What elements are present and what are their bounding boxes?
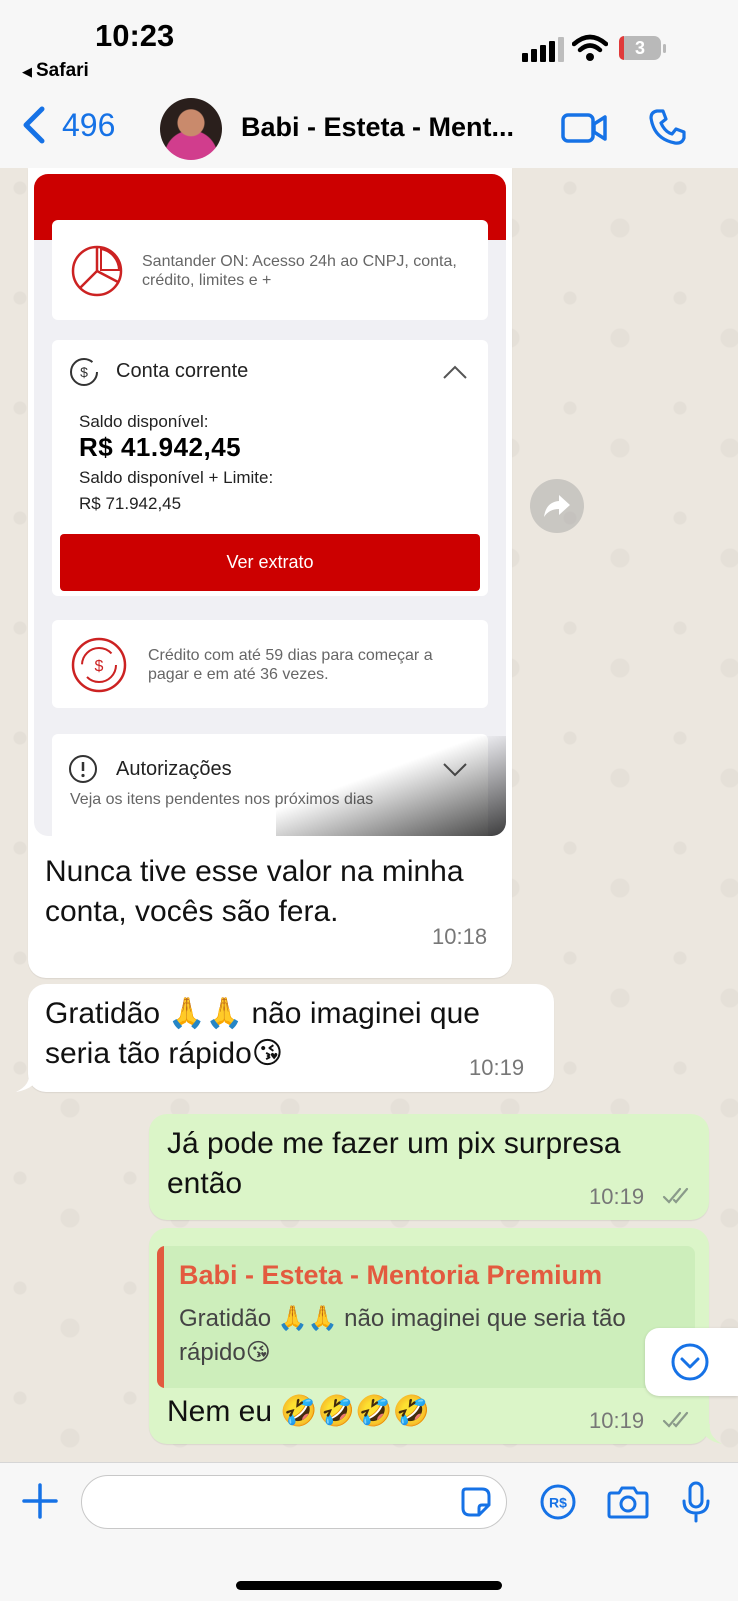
message-text: Gratidão 🙏🙏 não imaginei que seria tão r…	[45, 997, 480, 1070]
message-time: 10:18	[432, 924, 488, 949]
scroll-to-bottom-button[interactable]	[645, 1328, 738, 1396]
credit-info-text: Crédito com até 59 dias para começar a p…	[148, 647, 433, 683]
cellular-signal-icon	[522, 36, 564, 62]
bank-screenshot-image[interactable]: Santander ON: Acesso 24h ao CNPJ, conta,…	[34, 174, 506, 836]
forward-button[interactable]	[530, 479, 584, 533]
chevron-up-icon[interactable]	[442, 364, 468, 380]
avatar[interactable]	[160, 98, 222, 160]
battery-level: 3	[634, 38, 645, 58]
battery-icon: 3	[619, 36, 667, 62]
wifi-icon	[572, 34, 608, 61]
read-receipt-icon	[662, 1187, 689, 1204]
quoted-sender-name: Babi - Esteta - Mentoria Premium	[179, 1260, 603, 1290]
chat-header: 496 Babi - Esteta - Ment...	[0, 90, 738, 169]
chevron-left-icon	[23, 106, 45, 144]
balance-label: Saldo disponível:	[79, 412, 209, 431]
view-statement-button: Ver extrato	[60, 534, 480, 591]
back-to-app-link[interactable]: ◀ Safari	[22, 60, 89, 82]
read-receipt-icon	[662, 1411, 689, 1428]
authorizations-title: Autorizações	[116, 758, 232, 780]
credit-cycle-icon: $	[71, 637, 127, 693]
svg-text:R$: R$	[549, 1495, 567, 1511]
plus-icon[interactable]	[22, 1483, 58, 1519]
home-indicator[interactable]	[236, 1581, 502, 1590]
message-time: 10:19	[469, 1055, 525, 1080]
bubble-tail	[16, 1072, 40, 1092]
credit-info-card: $ Crédito com até 59 dias para começar a…	[52, 620, 488, 708]
microphone-icon[interactable]	[681, 1481, 711, 1523]
message-input[interactable]	[81, 1475, 507, 1529]
chevron-down-circle-icon	[671, 1343, 709, 1381]
alert-icon	[69, 755, 97, 783]
svg-text:$: $	[80, 364, 88, 380]
back-app-label: Safari	[36, 60, 89, 81]
message-text: Nunca tive esse valor na minha conta, vo…	[45, 855, 464, 928]
status-bar: 10:23 ◀ Safari 3	[0, 0, 738, 90]
account-title: Conta corrente	[116, 360, 249, 382]
incoming-message-bubble[interactable]: Gratidão 🙏🙏 não imaginei que seria tão r…	[28, 984, 554, 1092]
limit-label: Saldo disponível + Limite:	[79, 468, 274, 487]
pie-chart-icon	[71, 245, 123, 297]
contact-name[interactable]: Babi - Esteta - Ment...	[241, 112, 514, 143]
outgoing-message-bubble[interactable]: Já pode me fazer um pix surpresa então 1…	[149, 1114, 709, 1220]
status-time: 10:23	[95, 18, 175, 53]
message-time: 10:19	[589, 1184, 645, 1209]
outgoing-reply-bubble[interactable]: Babi - Esteta - Mentoria Premium Gratidã…	[149, 1228, 709, 1444]
svg-text:$: $	[95, 658, 104, 675]
quoted-message[interactable]: Babi - Esteta - Mentoria Premium Gratidã…	[157, 1246, 695, 1388]
unread-count: 496	[62, 106, 116, 143]
image-message-bubble[interactable]: Santander ON: Acesso 24h ao CNPJ, conta,…	[28, 168, 512, 978]
limit-value: R$ 71.942,45	[79, 494, 182, 513]
bubble-tail	[700, 1424, 722, 1444]
composer-bar: R$	[0, 1462, 738, 1601]
message-time: 10:19	[589, 1408, 645, 1433]
message-text: Nem eu 🤣🤣🤣🤣	[167, 1395, 430, 1428]
sticker-icon[interactable]	[460, 1486, 492, 1518]
payment-icon[interactable]: R$	[539, 1483, 577, 1521]
balance-value: R$ 41.942,45	[79, 432, 242, 462]
camera-icon[interactable]	[607, 1485, 649, 1519]
phone-call-icon[interactable]	[648, 108, 686, 146]
dollar-cycle-icon: $	[70, 358, 98, 386]
video-call-icon[interactable]	[561, 112, 607, 144]
forward-arrow-icon	[544, 495, 570, 517]
bank-info-text: Santander ON: Acesso 24h ao CNPJ, conta,…	[142, 253, 457, 289]
current-account-card: $ Conta corrente Saldo disponível: R$ 41…	[52, 340, 488, 596]
quoted-text: Gratidão 🙏🙏 não imaginei que seria tão r…	[179, 1305, 626, 1366]
bank-info-card: Santander ON: Acesso 24h ao CNPJ, conta,…	[52, 220, 488, 320]
back-button[interactable]: 496	[20, 100, 115, 150]
